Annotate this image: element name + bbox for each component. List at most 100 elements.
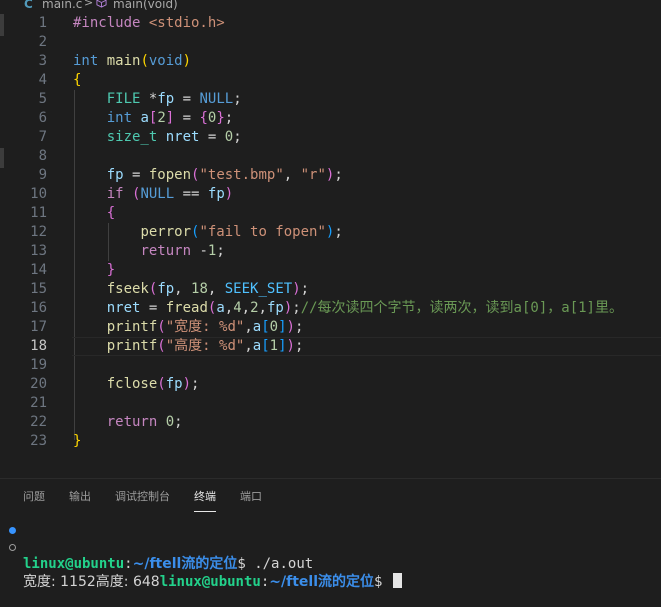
line-number[interactable]: 20	[0, 375, 47, 394]
code-line[interactable]: 12 perror("fail to fopen");	[0, 223, 661, 242]
line-number[interactable]: 23	[0, 432, 47, 451]
line-number[interactable]: 15	[0, 280, 47, 299]
chevron-right-icon: >	[84, 0, 94, 9]
code-line[interactable]: 5 FILE *fp = NULL;	[0, 90, 661, 109]
code-token: NULL	[140, 186, 175, 202]
terminal-user: linux@ubuntu	[159, 574, 261, 590]
line-number[interactable]: 1	[0, 14, 47, 33]
code-token: int	[73, 53, 107, 69]
code-token: ]	[278, 319, 287, 335]
code-line[interactable]: 22 return 0;	[0, 413, 661, 432]
code-text: printf("高度: %d",a[1]);	[73, 337, 304, 356]
breadcrumb-file[interactable]: main.c	[42, 0, 82, 11]
code-text: fp = fopen("test.bmp", "r");	[73, 166, 343, 185]
code-token: {	[106, 205, 116, 221]
code-line[interactable]: 9 fp = fopen("test.bmp", "r");	[0, 166, 661, 185]
code-text: fseek(fp, 18, SEEK_SET);	[73, 280, 309, 299]
code-line[interactable]: 3 int main(void)	[0, 52, 661, 71]
line-number[interactable]: 14	[0, 261, 47, 280]
code-line[interactable]: 14 }	[0, 261, 661, 280]
line-number[interactable]: 10	[0, 185, 47, 204]
code-line[interactable]: 6 int a[2] = {0};	[0, 109, 661, 128]
line-number[interactable]: 7	[0, 128, 47, 147]
code-token: 0	[269, 319, 279, 335]
code-line[interactable]: 15 fseek(fp, 18, SEEK_SET);	[0, 280, 661, 299]
line-number[interactable]: 5	[0, 90, 47, 109]
code-token: fp	[157, 91, 175, 107]
code-line[interactable]: 18 printf("高度: %d",a[1]);	[0, 337, 661, 356]
code-line[interactable]: 11 {	[0, 204, 661, 223]
code-editor[interactable]: 1 #include <stdio.h> 2 3 int main(void) 4{5 F…	[0, 14, 661, 454]
code-line[interactable]: 8	[0, 147, 661, 166]
code-token: perror	[140, 224, 192, 240]
line-number[interactable]: 18	[0, 337, 47, 356]
code-token: 0	[165, 414, 175, 430]
code-line[interactable]: 2	[0, 33, 661, 52]
code-line[interactable]: 17 printf("宽度: %d",a[0]);	[0, 318, 661, 337]
line-number[interactable]: 3	[0, 52, 47, 71]
line-number[interactable]: 6	[0, 109, 47, 128]
code-token: //每次读四个字节，读两次，读到a[0]，a[1]里。	[300, 300, 623, 316]
line-number[interactable]: 9	[0, 166, 47, 185]
line-number[interactable]: 13	[0, 242, 47, 261]
command-success-dot-icon[interactable]	[9, 527, 16, 534]
code-line[interactable]: 10 if (NULL == fp)	[0, 185, 661, 204]
line-number[interactable]: 4	[0, 71, 47, 90]
panel-tab[interactable]: 端口	[240, 488, 262, 504]
code-line[interactable]: 16 nret = fread(a,4,2,fp);//每次读四个字节，读两次，…	[0, 299, 661, 318]
code-line[interactable]: 1 #include <stdio.h>	[0, 14, 661, 33]
code-token: {	[199, 110, 208, 126]
code-token: ,	[244, 338, 253, 354]
line-number[interactable]: 12	[0, 223, 47, 242]
code-token: ;	[174, 414, 183, 430]
panel-tab[interactable]: 问题	[23, 488, 45, 504]
line-number[interactable]: 19	[0, 356, 47, 375]
code-token: ;	[233, 91, 242, 107]
code-token: nret	[165, 129, 200, 145]
code-token: ;	[294, 319, 304, 335]
code-token: fp	[165, 376, 183, 392]
code-token: a	[252, 319, 262, 335]
code-line[interactable]: 20 fclose(fp);	[0, 375, 661, 394]
code-line[interactable]: 13 return -1;	[0, 242, 661, 261]
code-token: (	[157, 319, 166, 335]
code-token: 2	[250, 300, 259, 316]
line-number[interactable]: 17	[0, 318, 47, 337]
code-line[interactable]: 21	[0, 394, 661, 413]
line-number[interactable]: 16	[0, 299, 47, 318]
code-line[interactable]: 19	[0, 356, 661, 375]
panel-tab[interactable]: 输出	[69, 488, 91, 504]
panel-tab[interactable]: 终端	[194, 488, 216, 512]
line-number[interactable]: 22	[0, 413, 47, 432]
code-line[interactable]: 7 size_t nret = 0;	[0, 128, 661, 147]
line-number[interactable]: 8	[0, 147, 47, 166]
code-token: [	[261, 319, 270, 335]
code-token: ,	[258, 300, 267, 316]
code-token: ,	[207, 281, 225, 297]
code-token: ;	[216, 243, 225, 259]
line-number[interactable]: 2	[0, 33, 47, 52]
code-line[interactable]: 23}	[0, 432, 661, 451]
code-text: int main(void)	[73, 52, 191, 71]
code-token: "宽度: %d"	[165, 319, 245, 335]
code-token: "fail to fopen"	[199, 224, 326, 240]
code-token: (	[140, 53, 149, 69]
code-text: int a[2] = {0};	[73, 109, 234, 128]
terminal-user: linux@ubuntu	[23, 556, 125, 572]
code-token: fp	[106, 167, 124, 183]
code-token: 18	[191, 281, 208, 297]
line-number[interactable]: 11	[0, 204, 47, 223]
breadcrumb-symbol[interactable]: main(void)	[113, 0, 178, 11]
code-line[interactable]: 4{	[0, 71, 661, 90]
code-token: ;	[233, 129, 242, 145]
command-pending-dot-icon[interactable]	[9, 544, 16, 551]
line-number[interactable]: 21	[0, 394, 47, 413]
code-token: =	[199, 129, 225, 145]
panel-tab[interactable]: 调试控制台	[115, 488, 170, 504]
